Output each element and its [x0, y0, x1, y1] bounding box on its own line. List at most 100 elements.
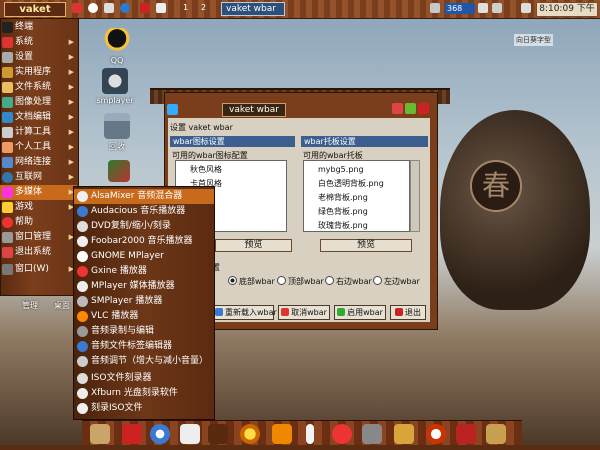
- submenu-item[interactable]: Foobar2000 音乐播放器: [74, 234, 214, 249]
- seal-character-art: 春: [470, 160, 522, 212]
- menu-item-games[interactable]: 游戏 ▶: [0, 200, 77, 215]
- check-icon: [337, 308, 346, 316]
- dock-music-icon[interactable]: [426, 424, 446, 444]
- list-item[interactable]: 玫瑰背板.png: [304, 219, 409, 231]
- submenu-arrow-icon: ▶: [68, 83, 74, 91]
- list-item[interactable]: 绿色背板.png: [304, 205, 409, 219]
- reload-icon: [215, 308, 223, 316]
- panel-clock[interactable]: 8:10:09 下午: [536, 2, 598, 17]
- menu-item-multimedia[interactable]: 多媒体 ▶: [0, 185, 77, 200]
- dock-box-icon[interactable]: [394, 424, 414, 444]
- close-icon[interactable]: [418, 103, 429, 114]
- list-item[interactable]: mybg5.png: [304, 163, 409, 177]
- desktop-icon-qq[interactable]: QQ: [89, 28, 145, 65]
- dock-record-icon[interactable]: [332, 424, 352, 444]
- trash-icon[interactable]: [104, 3, 114, 13]
- menu-item-window[interactable]: 窗口(W) ▶: [0, 262, 77, 277]
- submenu-item[interactable]: ISO文件刻录器: [74, 371, 214, 386]
- launcher-icon[interactable]: [72, 3, 82, 13]
- battery-icon[interactable]: [492, 3, 502, 13]
- cancel-wbar-button[interactable]: 取消wbar: [278, 305, 330, 320]
- reload-wbar-button[interactable]: 重新载入wbar: [214, 305, 277, 320]
- dock-settings-icon[interactable]: [362, 424, 382, 444]
- workspace-2[interactable]: 2: [201, 3, 206, 12]
- dock-package-icon[interactable]: [208, 424, 228, 444]
- submenu-item[interactable]: AlsaMixer 音频混合器: [74, 189, 214, 204]
- menu-item-utilities[interactable]: 实用程序 ▶: [0, 65, 77, 80]
- submenu-item[interactable]: 音频调节（增大与减小音量）: [74, 354, 214, 369]
- desktop-icon-trash[interactable]: 回收: [89, 113, 145, 152]
- desktop-icon-unknown[interactable]: [104, 160, 134, 184]
- start-menu-button[interactable]: vaket: [4, 2, 66, 17]
- dock-browser-icon[interactable]: [150, 424, 170, 444]
- submenu-item[interactable]: MPlayer 媒体播放器: [74, 279, 214, 294]
- submenu-item[interactable]: Audacious 音乐播放器: [74, 204, 214, 219]
- left-sub-header: wbar图标设置: [170, 136, 295, 147]
- folder-icon[interactable]: [156, 3, 166, 13]
- list-item[interactable]: 秋色风格: [176, 163, 286, 177]
- dock-flag-icon[interactable]: [122, 424, 142, 444]
- desktop-icon-smplayer[interactable]: smplayer: [87, 68, 143, 105]
- menu-item-personal[interactable]: 个人工具 ▶: [0, 140, 77, 155]
- submenu-item[interactable]: 刻录ISO文件: [74, 401, 214, 416]
- submenu-item[interactable]: GNOME MPlayer: [74, 249, 214, 264]
- dock-media-icon[interactable]: [240, 424, 260, 444]
- radio-dot: [228, 276, 237, 285]
- radio-left-wbar[interactable]: 左边wbar: [373, 276, 420, 287]
- menu-item-filesystem[interactable]: 文件系统 ▶: [0, 80, 77, 95]
- browser-icon[interactable]: [120, 3, 130, 13]
- clock-app-icon[interactable]: [88, 3, 98, 13]
- submenu-arrow-icon: ▶: [68, 128, 74, 136]
- menu-item-terminal[interactable]: 终端: [0, 20, 77, 35]
- keyboard-icon[interactable]: [430, 3, 440, 13]
- dock-document-icon[interactable]: [180, 424, 200, 444]
- network-tray-icon[interactable]: [478, 3, 488, 13]
- taskbar-item-wbar[interactable]: vaket wbar: [221, 2, 285, 16]
- submenu-item[interactable]: Xfburn 光盘刻录软件: [74, 386, 214, 401]
- utilities-icon: [2, 67, 13, 78]
- minimize-icon[interactable]: [392, 103, 403, 114]
- submenu-item[interactable]: Gxine 播放器: [74, 264, 214, 279]
- submenu-item[interactable]: VLC 播放器: [74, 309, 214, 324]
- radio-bottom-wbar[interactable]: 底部wbar: [228, 276, 275, 287]
- desktop-icon-label: 回收: [109, 142, 125, 151]
- menu-item-logout[interactable]: 退出系统: [0, 245, 77, 260]
- left-preview-button[interactable]: 预览: [215, 239, 292, 252]
- menu-item-system[interactable]: 系统 ▶: [0, 35, 77, 50]
- menu-item-settings[interactable]: 设置 ▶: [0, 50, 77, 65]
- main-menu-items: 终端 系统 ▶ 设置 ▶ 实用程序 ▶ 文件系统 ▶ 图像处理 ▶ 文档编辑 ▶ 计算工具 ▶…: [0, 18, 77, 294]
- exit-button[interactable]: 退出: [390, 305, 426, 320]
- list-item[interactable]: 老棉背板.png: [304, 191, 409, 205]
- menu-item-window-manager[interactable]: 窗口管理 ▶: [0, 230, 77, 245]
- submenu-item[interactable]: SMPlayer 播放器: [74, 294, 214, 309]
- volume-icon[interactable]: [521, 3, 531, 13]
- dock-app-icon[interactable]: [456, 424, 476, 444]
- xfburn-icon: [77, 388, 88, 399]
- submenu-item[interactable]: DVD复制/缩小/刻录: [74, 219, 214, 234]
- dock-folder-icon[interactable]: [486, 424, 506, 444]
- dock-home-icon[interactable]: [90, 424, 110, 444]
- submenu-item[interactable]: 音频录制与编辑: [74, 324, 214, 339]
- menu-item-graphics[interactable]: 图像处理 ▶: [0, 95, 77, 110]
- menu-item-internet[interactable]: 互联网 ▶: [0, 170, 77, 185]
- submenu-arrow-icon: ▶: [68, 68, 74, 76]
- list-item[interactable]: 白色透明背板.png: [304, 177, 409, 191]
- list-scrollbar[interactable]: [410, 160, 420, 232]
- foobar-icon: [77, 236, 88, 247]
- radio-right-wbar[interactable]: 右边wbar: [325, 276, 372, 287]
- mplayer-icon: [77, 281, 88, 292]
- flag-icon[interactable]: [140, 3, 150, 13]
- menu-item-help[interactable]: 帮助: [0, 215, 77, 230]
- dock-firefox-icon[interactable]: [272, 424, 292, 444]
- background-list[interactable]: mybg5.png 白色透明背板.png 老棉背板.png 绿色背板.png 玫…: [303, 160, 410, 232]
- submenu-item[interactable]: 音频文件标签编辑器: [74, 339, 214, 354]
- menu-item-network[interactable]: 网络连接 ▶: [0, 155, 77, 170]
- menu-item-calculator[interactable]: 计算工具 ▶: [0, 125, 77, 140]
- radio-top-wbar[interactable]: 顶部wbar: [277, 276, 324, 287]
- window-menu-icon[interactable]: [167, 104, 178, 115]
- maximize-icon[interactable]: [405, 103, 416, 114]
- menu-item-documents[interactable]: 文档编辑 ▶: [0, 110, 77, 125]
- right-preview-button[interactable]: 预览: [320, 239, 412, 252]
- workspace-1[interactable]: 1: [183, 3, 188, 12]
- enable-wbar-button[interactable]: 启用wbar: [334, 305, 386, 320]
